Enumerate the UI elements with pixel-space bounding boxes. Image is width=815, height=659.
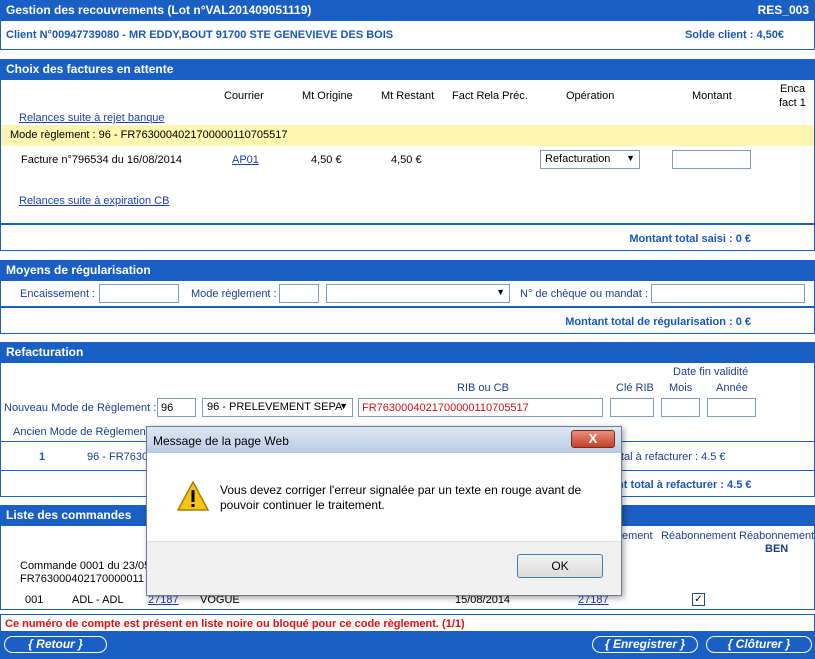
commande-row-code: ADL - ADL <box>72 594 124 606</box>
moyens-total-bar: Montant total de régularisation : 0 € <box>0 307 815 334</box>
client-label: Client N°00947739080 - MR EDDY,BOUT 9170… <box>6 29 394 41</box>
enregistrer-button[interactable]: { Enregistrer } <box>592 636 698 653</box>
retour-button[interactable]: { Retour } <box>4 636 107 653</box>
commandes-title-text: Liste des commandes <box>6 508 132 522</box>
close-icon: X <box>588 431 598 446</box>
moyens-title-text: Moyens de régularisation <box>6 263 151 277</box>
factures-title-text: Choix des factures en attente <box>6 62 174 76</box>
commande-label: Commande 0001 du 23/05 <box>20 560 151 572</box>
dialog-footer: OK <box>147 541 621 595</box>
col-reabonnement-ben-1: Réabonnement <box>739 530 815 542</box>
courrier-link[interactable]: AP01 <box>232 154 259 166</box>
cheque-label: N° de chèque ou mandat : <box>520 288 648 300</box>
commande-rib: FR763000402170000011 <box>20 573 144 585</box>
col-mt-restant: Mt Restant <box>381 90 435 102</box>
relances-rejet-link[interactable]: Relances suite à rejet banque <box>19 112 165 124</box>
button-bar: { Retour } { Enregistrer } { Clôturer } <box>0 632 815 659</box>
mois-input[interactable] <box>661 398 700 417</box>
mode-reglement-text: Mode règlement : 96 - FR7630004021700000… <box>10 129 288 141</box>
col-ement: ement <box>622 530 653 542</box>
facture-row: Facture n°796534 du 16/08/2014 AP01 4,50… <box>1 146 814 176</box>
mode-reglement-code-input[interactable] <box>279 284 319 303</box>
dialog-titlebar: Message de la page Web <box>147 427 621 453</box>
refacturation-title-text: Refacturation <box>6 345 84 359</box>
rib-input[interactable]: FR7630004021700000110705517 <box>358 398 603 417</box>
mode-reglement-label: Mode règlement : <box>191 288 277 300</box>
mode-reglement-select[interactable]: ▼ <box>326 284 510 303</box>
client-info-bar: Client N°00947739080 - MR EDDY,BOUT 9170… <box>0 20 815 50</box>
operation-select[interactable]: Refacturation ▼ <box>540 150 640 169</box>
facture-mt-restant: 4,50 € <box>391 154 422 166</box>
check-icon: ✓ <box>694 594 703 605</box>
cle-rib-label: Clé RIB <box>616 382 654 394</box>
col-montant: Montant <box>692 90 732 102</box>
facture-mt-origine: 4,50 € <box>311 154 342 166</box>
warning-icon <box>177 481 209 511</box>
refacturation-section-title: Refacturation <box>0 342 815 362</box>
operation-selected: Refacturation <box>545 153 611 165</box>
chevron-down-icon: ▼ <box>339 401 348 411</box>
nouveau-mode-selected: 96 - PRELEVEMENT SEPA <box>207 401 343 413</box>
cle-rib-input[interactable] <box>610 398 654 417</box>
col-operation: Opération <box>566 90 615 102</box>
dialog-close-button[interactable]: X <box>571 430 615 448</box>
col-enca: Enca <box>780 83 806 95</box>
moyens-panel: Encaissement : Mode règlement : ▼ N° de … <box>0 280 815 307</box>
dialog-title: Message de la page Web <box>153 434 289 448</box>
facture-label: Facture n°796534 du 16/08/2014 <box>21 154 182 166</box>
dialog-body: Vous devez corriger l'erreur signalée pa… <box>147 453 621 541</box>
col-fact-rela: Fact Rela Préc. <box>452 90 528 102</box>
relances-cb-link[interactable]: Relances suite à expiration CB <box>19 195 169 207</box>
nouveau-mode-select[interactable]: 96 - PRELEVEMENT SEPA ▼ <box>202 398 353 417</box>
annee-label: Année <box>716 382 748 394</box>
montant-total-refacturer: nt total à refacturer : 4.5 € <box>617 479 752 491</box>
refacturation-row-index: 1 <box>39 451 46 463</box>
cheque-input[interactable] <box>651 284 805 303</box>
annee-input[interactable] <box>707 398 756 417</box>
montant-input[interactable] <box>672 150 751 169</box>
chevron-down-icon: ▼ <box>626 153 635 163</box>
factures-total: Montant total saisi : 0 € <box>629 233 751 245</box>
web-message-dialog: Message de la page Web X Vous devez corr… <box>146 426 622 596</box>
ok-button[interactable]: OK <box>517 554 603 578</box>
client-balance: Solde client : 4,50€ <box>684 29 784 41</box>
col-courrier: Courrier <box>224 90 264 102</box>
commande-row-num: 001 <box>25 594 44 606</box>
ancien-mode-label: Ancien Mode de Règlement <box>13 426 149 438</box>
factures-total-bar: Montant total saisi : 0 € <box>0 224 815 251</box>
date-fin-label: Date fin validité <box>673 366 749 378</box>
reabonnement-checkbox[interactable]: ✓ <box>692 593 705 606</box>
dialog-message: Vous devez corriger l'erreur signalée pa… <box>220 483 582 512</box>
moyens-total: Montant total de régularisation : 0 € <box>565 316 751 328</box>
col-mt-origine: Mt Origine <box>302 90 353 102</box>
col-reabonnement: Réabonnement <box>661 530 737 542</box>
error-message: Ce numéro de compte est présent en liste… <box>5 618 465 630</box>
nouveau-mode-code-input[interactable]: 96 <box>157 398 196 417</box>
col-fact1: fact 1 <box>779 97 806 109</box>
screen-code: RES_003 <box>757 3 809 17</box>
col-reabonnement-ben-2: BEN <box>765 543 789 555</box>
encaissement-label: Encaissement : <box>20 288 96 300</box>
page-title: Gestion des recouvrements (Lot n°VAL2014… <box>6 3 312 17</box>
encaissement-input[interactable] <box>99 284 179 303</box>
factures-section-title: Choix des factures en attente <box>0 59 815 79</box>
error-bar: Ce numéro de compte est présent en liste… <box>0 614 815 632</box>
mode-reglement-row: Mode règlement : 96 - FR7630004021700000… <box>1 125 814 146</box>
page-header: Gestion des recouvrements (Lot n°VAL2014… <box>0 0 815 20</box>
mois-label: Mois <box>669 382 693 394</box>
nouveau-mode-label: Nouveau Mode de Règlement : <box>4 402 157 414</box>
moyens-section-title: Moyens de régularisation <box>0 260 815 280</box>
cloturer-button[interactable]: { Clôturer } <box>706 636 812 653</box>
rib-label: RIB ou CB <box>457 382 509 394</box>
chevron-down-icon: ▼ <box>496 287 505 297</box>
total-a-refacturer: tal à refacturer : 4.5 € <box>621 451 726 463</box>
refacturation-row-mode: 96 - FR7630 <box>87 451 149 463</box>
